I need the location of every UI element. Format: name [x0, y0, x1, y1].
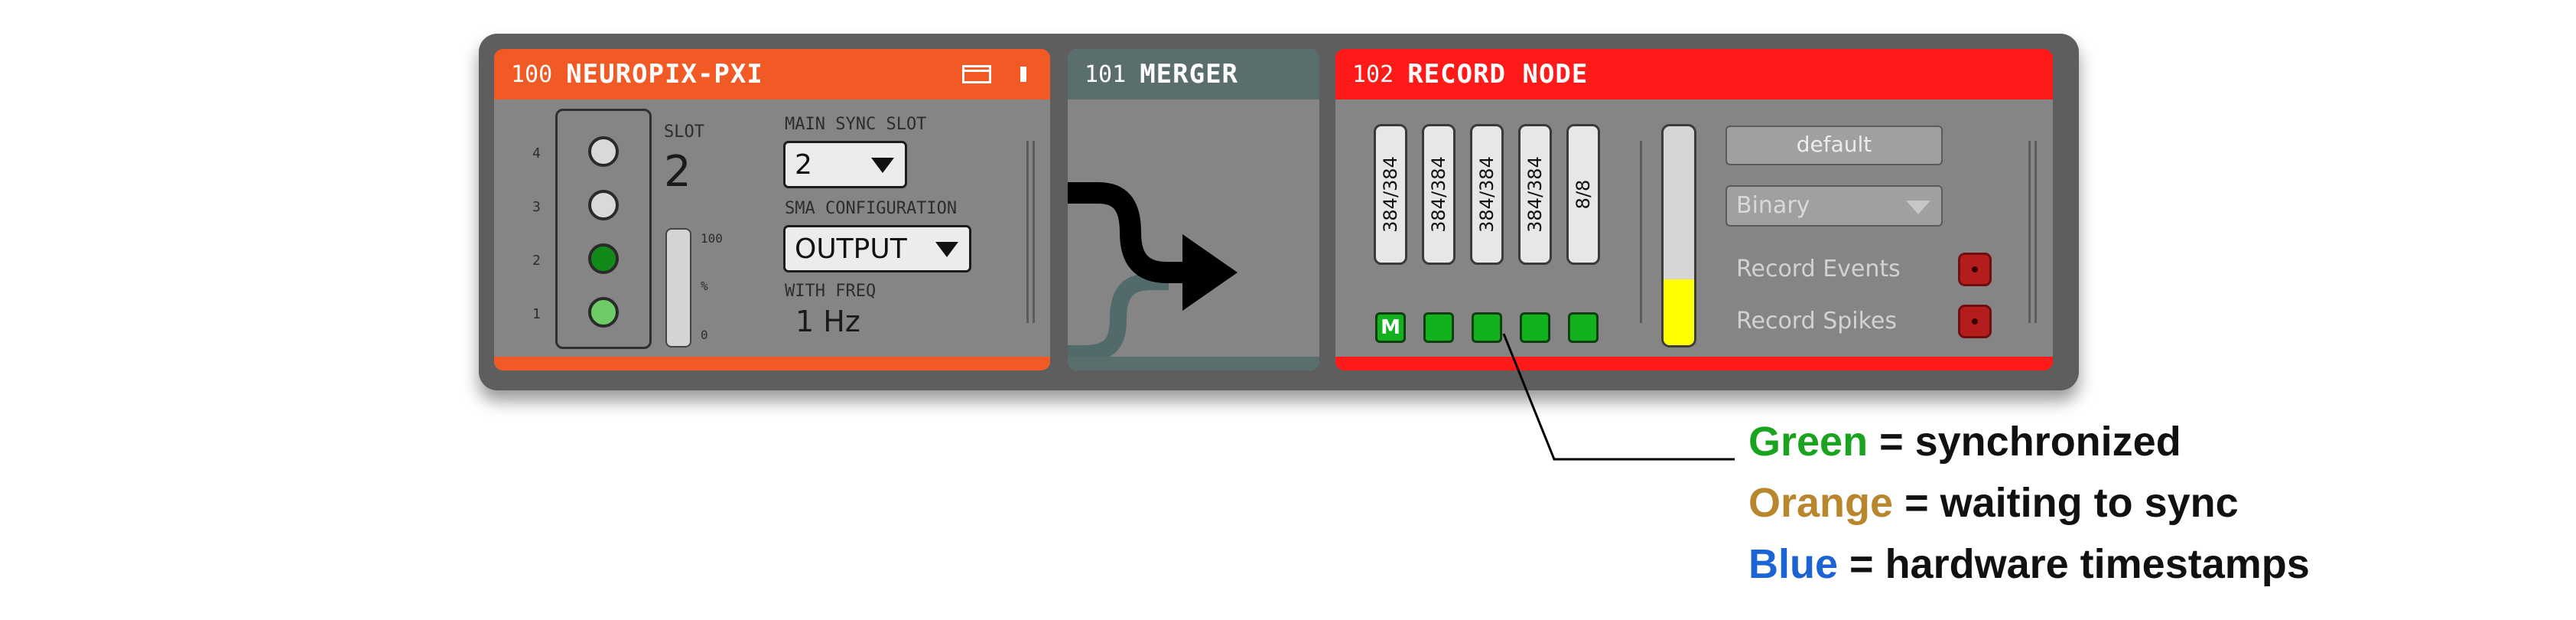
record-events-label: Record Events	[1736, 256, 1901, 282]
legend-synchronized: Green = synchronized	[1748, 418, 2181, 465]
neuropix-header[interactable]: 100 NEUROPIX-PXI	[494, 49, 1050, 100]
slot-row-label: 1	[532, 306, 541, 322]
slot-1-led[interactable]	[588, 297, 619, 328]
disk-space-fill	[1664, 279, 1694, 345]
processor-name: NEUROPIX-PXI	[566, 59, 763, 90]
chevron-down-icon	[935, 242, 958, 257]
legend-green-word: Green	[1748, 419, 1869, 465]
slot-label: SLOT	[664, 122, 704, 142]
stream-channel-count[interactable]: 384/384	[1374, 124, 1407, 265]
disk-space-meter	[1661, 124, 1696, 348]
record-spikes-toggle[interactable]	[1958, 305, 1992, 338]
sync-status-indicator[interactable]	[1568, 312, 1599, 343]
legend-blue-text: = hardware timestamps	[1838, 541, 2310, 587]
sync-status-indicator[interactable]	[1520, 312, 1550, 343]
legend-hardware: Blue = hardware timestamps	[1748, 540, 2310, 588]
record-events-toggle[interactable]	[1958, 253, 1992, 286]
merger-header[interactable]: 101 MERGER	[1068, 49, 1319, 100]
slot-3-led[interactable]	[588, 190, 619, 220]
fill-scale-unit: %	[701, 279, 708, 293]
main-sync-slot-label: MAIN SYNC SLOT	[785, 115, 927, 134]
legend-orange-text: = waiting to sync	[1893, 480, 2239, 526]
panel-grip[interactable]	[2034, 141, 2037, 323]
panel-grip[interactable]	[2028, 141, 2031, 323]
slot-row-label: 4	[532, 145, 541, 162]
divider	[1640, 141, 1642, 323]
slot-4-led[interactable]	[588, 136, 619, 167]
fill-scale-max: 100	[701, 231, 723, 246]
processor-name: RECORD NODE	[1407, 59, 1589, 90]
sma-configuration-value: OUTPUT	[795, 233, 907, 265]
tab-icon[interactable]	[1020, 67, 1026, 82]
processor-name: MERGER	[1140, 59, 1239, 90]
merge-arrow-icon[interactable]	[1068, 110, 1319, 363]
sync-status-indicator[interactable]	[1472, 312, 1502, 343]
processor-id: 100	[511, 60, 553, 88]
fill-scale-min: 0	[701, 328, 708, 342]
main-sync-slot-dropdown[interactable]: 2	[783, 141, 907, 188]
stream-channel-count[interactable]: 8/8	[1566, 124, 1600, 265]
legend-orange-word: Orange	[1748, 480, 1894, 526]
legend-waiting: Orange = waiting to sync	[1748, 479, 2239, 527]
slot-value: 2	[664, 147, 691, 197]
sma-configuration-label: SMA CONFIGURATION	[785, 199, 958, 218]
directory-button[interactable]: default	[1725, 126, 1943, 165]
slot-row-label: 2	[532, 253, 541, 269]
with-freq-value[interactable]: 1 Hz	[795, 305, 860, 338]
record-format-dropdown[interactable]: Binary	[1725, 185, 1943, 227]
chevron-down-icon	[871, 158, 894, 173]
processor-id: 101	[1085, 60, 1127, 88]
main-sync-slot-value: 2	[795, 148, 812, 181]
record-node-bottom-bar	[1335, 357, 2053, 370]
sync-status-indicator[interactable]	[1423, 312, 1454, 343]
neuropix-bottom-bar	[494, 357, 1050, 370]
sync-status-main[interactable]: M	[1375, 312, 1406, 343]
panel-grip[interactable]	[1026, 141, 1029, 323]
merger-bottom-bar	[1068, 357, 1319, 370]
fill-meter	[665, 228, 691, 348]
slot-row-label: 3	[532, 199, 541, 215]
record-node-header[interactable]: 102 RECORD NODE	[1335, 49, 2053, 100]
stream-channel-count[interactable]: 384/384	[1470, 124, 1504, 265]
stream-channel-count[interactable]: 384/384	[1422, 124, 1456, 265]
legend-green-text: = synchronized	[1868, 419, 2181, 465]
directory-button-label: default	[1796, 132, 1872, 157]
sma-configuration-dropdown[interactable]: OUTPUT	[783, 225, 971, 272]
record-spikes-label: Record Spikes	[1736, 308, 1897, 334]
merger-panel[interactable]: 101 MERGER	[1068, 49, 1319, 370]
with-freq-label: WITH FREQ	[785, 282, 877, 301]
stream-channel-count[interactable]: 384/384	[1518, 124, 1552, 265]
legend-blue-word: Blue	[1748, 541, 1839, 587]
processor-id: 102	[1352, 60, 1394, 88]
slot-2-led[interactable]	[588, 243, 619, 274]
panel-grip[interactable]	[1033, 141, 1035, 323]
chevron-down-icon	[1906, 201, 1930, 214]
window-icon[interactable]	[962, 65, 991, 83]
record-format-value: Binary	[1736, 192, 1810, 219]
